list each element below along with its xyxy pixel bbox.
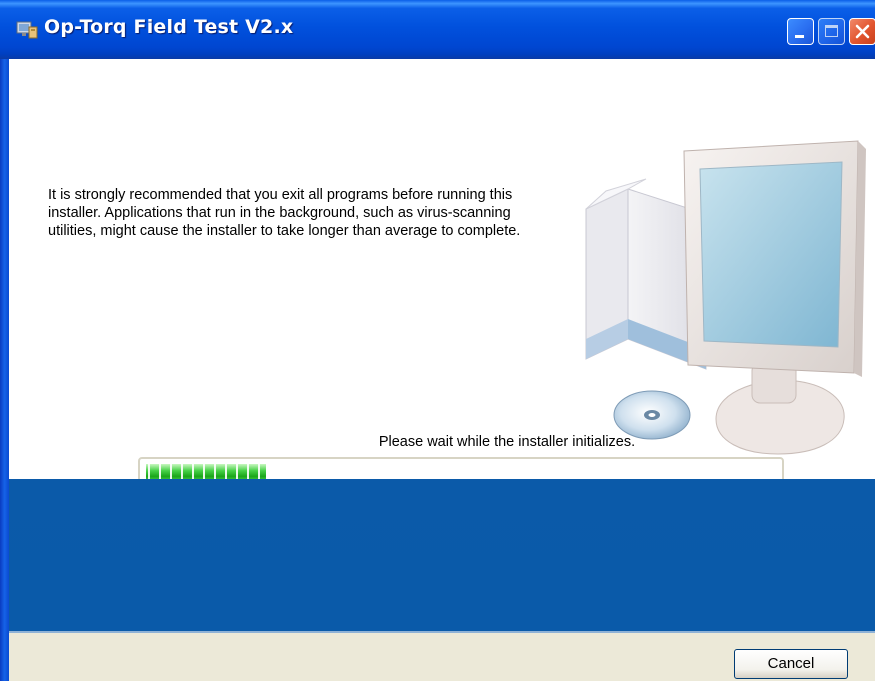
initializing-status: Please wait while the installer initiali… [378,434,636,450]
cancel-button[interactable]: Cancel [734,649,848,679]
installer-window: Op-Torq Field Test V2.x It is strongly r… [0,0,875,681]
minimize-icon [795,35,804,38]
maximize-icon [825,25,838,37]
minimize-button[interactable] [787,18,814,45]
window-frame-left [0,59,9,681]
window-title: Op-Torq Field Test V2.x [44,16,294,38]
recommendation-message: It is strongly recommended that you exit… [48,187,521,239]
title-bar[interactable]: Op-Torq Field Test V2.x [0,0,875,59]
close-button[interactable] [849,18,875,45]
close-icon [855,24,870,39]
installer-banner-band [9,479,875,631]
installer-content: It is strongly recommended that you exit… [9,59,875,490]
installer-app-icon [16,21,38,39]
maximize-button[interactable] [818,18,845,45]
button-footer: Cancel [9,633,875,681]
